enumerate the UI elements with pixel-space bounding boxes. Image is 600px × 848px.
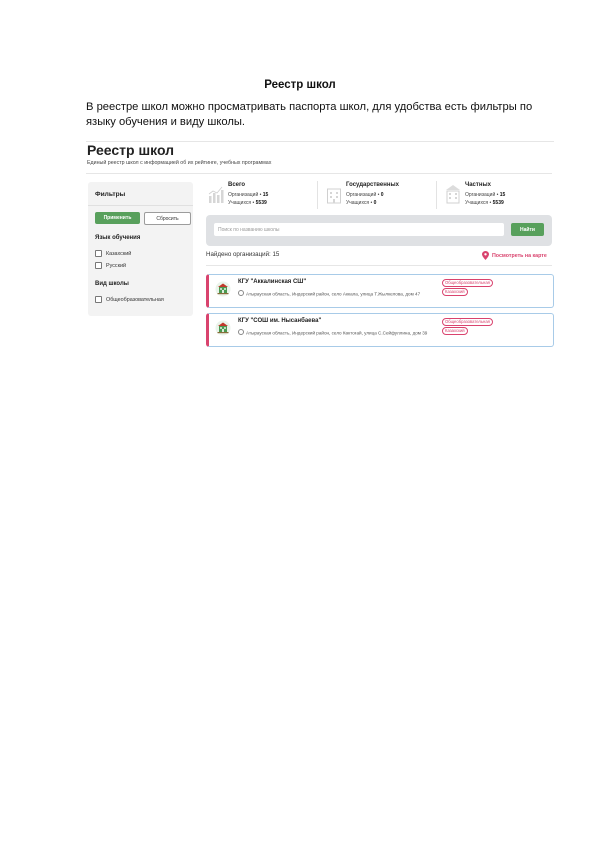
language-tag: Казахский bbox=[442, 327, 468, 335]
language-section-title: Язык обучения bbox=[95, 235, 141, 241]
school-type-section-title: Вид школы bbox=[95, 281, 129, 287]
school-card[interactable]: КГУ "Аккалинская СШ" Атырауская область,… bbox=[206, 274, 554, 308]
school-type-tag: Общеобразовательная bbox=[442, 279, 493, 287]
map-link-label: Посмотреть на карте bbox=[492, 252, 547, 259]
stat-orgs-value: 15 bbox=[499, 192, 506, 198]
school-address-text: Атырауская область, Индерский район, сел… bbox=[246, 330, 428, 336]
stat-students-label: Учащихся bbox=[228, 200, 252, 206]
checkbox[interactable] bbox=[95, 262, 102, 269]
stat-private: Частных Организаций • 15 Учащихся • 5539 bbox=[441, 181, 556, 209]
stats-row: Всего Организаций • 15 Учащихся • 5539 Г… bbox=[204, 181, 554, 209]
stat-total: Всего Организаций • 15 Учащихся • 5539 bbox=[204, 181, 319, 209]
stat-students-label: Учащихся bbox=[346, 200, 370, 206]
search-button[interactable]: Найти bbox=[511, 223, 544, 236]
divider bbox=[88, 205, 193, 206]
filters-title: Фильтры bbox=[95, 191, 126, 198]
school-address-text: Атырауская область, Индерский район, сел… bbox=[246, 291, 421, 297]
stat-title: Государственных bbox=[346, 182, 399, 188]
filters-panel: Фильтры Применить Сбросить Язык обучения… bbox=[88, 182, 193, 316]
map-pin-icon bbox=[482, 251, 489, 260]
stat-orgs-label: Организаций bbox=[228, 192, 259, 198]
school-name[interactable]: КГУ "Аккалинская СШ" bbox=[238, 279, 306, 285]
stat-state: Государственных Организаций • 0 Учащихся… bbox=[322, 181, 437, 209]
stat-students: Учащихся • 0 bbox=[346, 200, 377, 206]
school-type-tag: Общеобразовательная bbox=[442, 318, 493, 326]
checkbox[interactable] bbox=[95, 296, 102, 303]
registry-screenshot: Реестр школ Единый реестр школ с информа… bbox=[86, 138, 558, 358]
stat-students: Учащихся • 5539 bbox=[465, 200, 504, 206]
checkbox-label: Общеобразовательная bbox=[106, 296, 164, 303]
found-count: Найдено организаций: 15 bbox=[206, 251, 280, 258]
search-input[interactable]: Поиск по названию школы bbox=[214, 223, 504, 236]
chart-icon bbox=[208, 186, 224, 203]
language-checkbox-kazakh[interactable]: Казахский bbox=[95, 250, 131, 257]
document-heading: Реестр школ bbox=[264, 79, 336, 91]
school-address: Атырауская область, Индерский район, сел… bbox=[238, 329, 438, 337]
stat-orgs-value: 0 bbox=[380, 192, 384, 198]
school-card[interactable]: КГУ "СОШ им. Нысанбаева" Атырауская обла… bbox=[206, 313, 554, 347]
stat-orgs-label: Организаций bbox=[465, 192, 496, 198]
divider bbox=[86, 173, 552, 174]
stat-orgs: Организаций • 15 bbox=[465, 192, 506, 198]
checkbox-label: Русский bbox=[106, 262, 127, 269]
divider bbox=[206, 265, 552, 266]
stat-orgs-value: 15 bbox=[262, 192, 269, 198]
divider bbox=[317, 181, 318, 209]
page-title: Реестр школ bbox=[87, 142, 175, 158]
school-logo-icon bbox=[215, 320, 231, 336]
stat-orgs: Организаций • 0 bbox=[346, 192, 384, 198]
search-bar: Поиск по названию школы Найти bbox=[206, 215, 552, 246]
building-icon bbox=[446, 185, 460, 204]
stat-students-label: Учащихся bbox=[465, 200, 489, 206]
language-tag: Казахский bbox=[442, 288, 468, 296]
stat-students-value: 0 bbox=[373, 200, 377, 206]
stat-orgs-label: Организаций bbox=[346, 192, 377, 198]
checkbox-label: Казахский bbox=[106, 250, 132, 257]
document-intro: В реестре школ можно просматривать паспо… bbox=[86, 101, 533, 128]
stat-title: Частных bbox=[465, 182, 491, 188]
school-logo-icon bbox=[215, 281, 231, 297]
location-icon bbox=[238, 290, 244, 296]
map-link[interactable]: Посмотреть на карте bbox=[482, 251, 547, 260]
stat-students-value: 5539 bbox=[255, 200, 267, 206]
checkbox[interactable] bbox=[95, 250, 102, 257]
apply-button[interactable]: Применить bbox=[95, 212, 140, 224]
stat-students: Учащихся • 5539 bbox=[228, 200, 267, 206]
language-checkbox-russian[interactable]: Русский bbox=[95, 262, 126, 269]
building-icon bbox=[327, 188, 341, 204]
location-icon bbox=[238, 329, 244, 335]
reset-button[interactable]: Сбросить bbox=[144, 212, 191, 225]
school-address: Атырауская область, Индерский район, сел… bbox=[238, 290, 438, 298]
stat-orgs: Организаций • 15 bbox=[228, 192, 269, 198]
stat-title: Всего bbox=[228, 182, 246, 188]
divider bbox=[436, 181, 437, 209]
school-name[interactable]: КГУ "СОШ им. Нысанбаева" bbox=[238, 318, 321, 324]
school-type-checkbox-general[interactable]: Общеобразовательная bbox=[95, 296, 164, 303]
stat-students-value: 5539 bbox=[492, 200, 504, 206]
page-subtitle: Единый реестр школ с информацией об их р… bbox=[87, 160, 272, 166]
